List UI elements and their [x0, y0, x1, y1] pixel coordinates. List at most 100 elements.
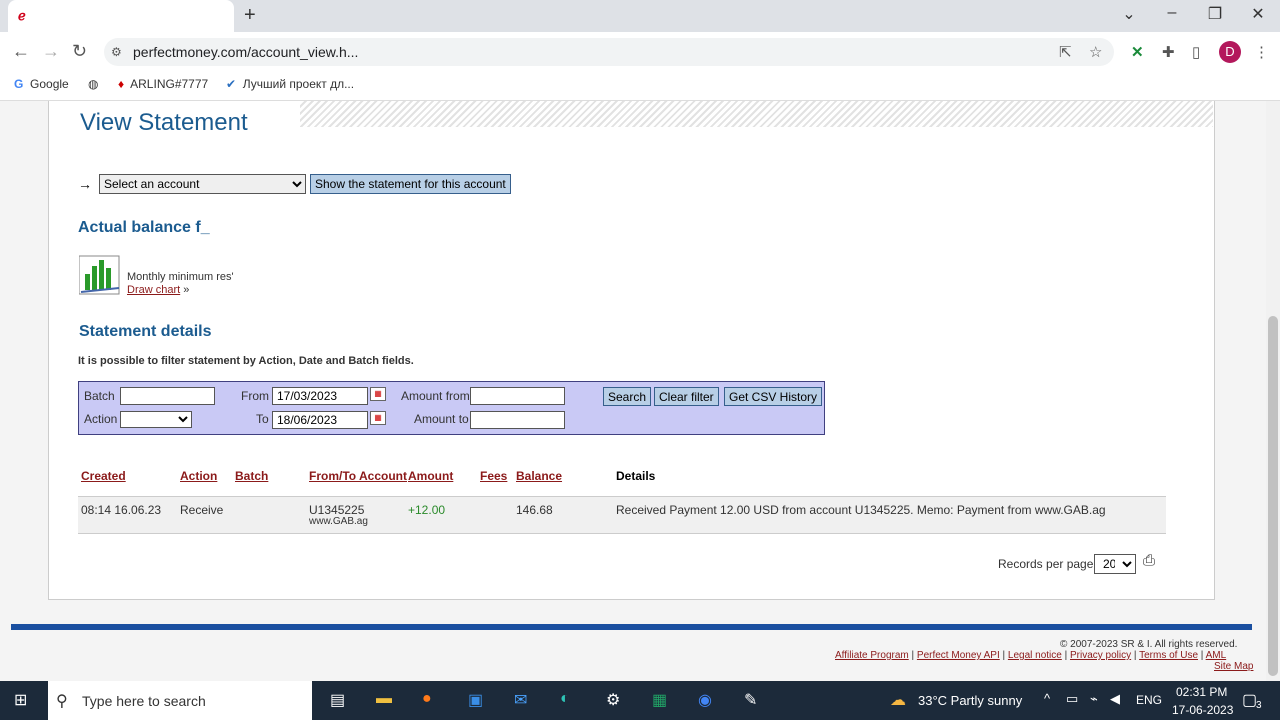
- copyright-text: © 2007-2023 SR & I. All rights reserved.: [1060, 639, 1238, 650]
- balance-heading: Actual balance f_: [78, 219, 210, 236]
- privacy-link[interactable]: Privacy policy: [1070, 650, 1131, 661]
- paint-icon[interactable]: ✎: [744, 690, 757, 710]
- chevron-up-icon[interactable]: ^: [1044, 691, 1050, 706]
- volume-icon[interactable]: ◀: [1110, 691, 1120, 707]
- header-account[interactable]: From/To Account: [309, 469, 407, 483]
- clock-date[interactable]: 17-06-2023: [1172, 703, 1233, 717]
- cell-details: Received Payment 12.00 USD from account …: [616, 503, 1106, 517]
- csv-history-button[interactable]: Get CSV History: [724, 387, 823, 406]
- action-label: Action: [84, 412, 118, 426]
- affiliate-link[interactable]: Affiliate Program: [835, 650, 909, 661]
- action-select[interactable]: [120, 411, 192, 428]
- share-icon[interactable]: ⇱: [1059, 43, 1072, 61]
- amount-from-input[interactable]: [470, 387, 565, 405]
- bookmark-label: Google: [30, 77, 69, 91]
- records-per-page-label: Records per page:: [998, 557, 1097, 571]
- forward-icon[interactable]: →: [42, 41, 60, 62]
- calendar-icon[interactable]: ▦: [370, 411, 386, 425]
- cell-created: 08:14 16.06.23: [81, 503, 162, 517]
- url-text[interactable]: perfectmoney.com/account_view.h...: [133, 44, 358, 60]
- new-tab-button[interactable]: +: [244, 4, 256, 27]
- amount-to-input[interactable]: [470, 411, 565, 429]
- header-balance[interactable]: Balance: [516, 469, 562, 483]
- draw-chart-suffix: »: [183, 284, 190, 296]
- terms-link[interactable]: Terms of Use: [1139, 650, 1198, 661]
- side-panel-icon[interactable]: ▯: [1192, 43, 1200, 61]
- task-view-icon[interactable]: ▤: [330, 690, 345, 710]
- printer-icon[interactable]: ⎙: [1143, 552, 1155, 569]
- excel-icon[interactable]: ▦: [652, 690, 667, 710]
- close-icon[interactable]: ✕: [1243, 4, 1273, 24]
- draw-chart-link[interactable]: Draw chart: [127, 284, 180, 296]
- bookmark-arling[interactable]: ♦ ARLING#7777: [118, 77, 208, 91]
- batch-input[interactable]: [120, 387, 215, 405]
- avatar[interactable]: D: [1219, 41, 1241, 63]
- browser-tab[interactable]: ℯ: [8, 0, 234, 32]
- site-info-icon[interactable]: ⚙: [111, 45, 122, 59]
- chevron-down-icon[interactable]: ⌄: [1114, 4, 1144, 24]
- back-icon[interactable]: ←: [12, 41, 30, 62]
- header-hatch: [300, 101, 1213, 127]
- account-select[interactable]: Select an account: [99, 174, 306, 194]
- globe-icon[interactable]: ◍: [88, 77, 98, 91]
- clear-filter-button[interactable]: Clear filter: [654, 387, 719, 406]
- bookmark-star-icon[interactable]: ☆: [1089, 43, 1102, 61]
- chrome-icon[interactable]: ◉: [698, 690, 712, 710]
- weather-text[interactable]: 33°C Partly sunny: [918, 693, 1022, 708]
- cell-account: U1345225: [309, 503, 365, 517]
- records-per-page-select[interactable]: 20: [1094, 554, 1136, 574]
- cell-action: Receive: [180, 503, 224, 517]
- language-indicator[interactable]: ENG: [1136, 693, 1162, 707]
- minimize-icon[interactable]: –: [1157, 4, 1187, 22]
- bookmark-label: Лучший проект дл...: [242, 77, 355, 91]
- bar-chart-icon: [79, 255, 120, 295]
- puzzle-icon[interactable]: ✚: [1162, 43, 1175, 61]
- bookmark-project[interactable]: ✔ Лучший проект дл...: [226, 77, 354, 91]
- cell-amount: +12.00: [408, 503, 446, 517]
- reload-icon[interactable]: ↻: [72, 41, 87, 62]
- edge-icon[interactable]: ◐: [560, 690, 570, 708]
- legal-link[interactable]: Legal notice: [1008, 650, 1062, 661]
- amount-to-label: Amount to: [414, 412, 469, 426]
- from-label: From: [241, 389, 269, 403]
- header-batch[interactable]: Batch: [235, 469, 268, 483]
- api-link[interactable]: Perfect Money API: [917, 650, 1000, 661]
- header-fees[interactable]: Fees: [480, 469, 507, 483]
- site-favicon-icon: ℯ: [18, 8, 26, 23]
- mail-icon[interactable]: ✉: [514, 690, 527, 710]
- restore-icon[interactable]: ❐: [1200, 4, 1230, 24]
- power-icon[interactable]: ⌁: [1090, 691, 1098, 707]
- monthly-minimum-text: Monthly minimum res': [127, 271, 234, 283]
- file-explorer-icon[interactable]: ▬: [376, 690, 392, 708]
- windows-start-icon[interactable]: ⊞: [14, 690, 27, 710]
- menu-icon[interactable]: ⋮: [1254, 43, 1269, 61]
- to-label: To: [256, 412, 269, 426]
- calendar-icon[interactable]: ▦: [370, 387, 386, 401]
- scrollbar-thumb[interactable]: [1268, 316, 1278, 676]
- network-icon[interactable]: ▭: [1066, 691, 1078, 707]
- show-statement-button[interactable]: Show the statement for this account: [310, 174, 511, 194]
- header-details: Details: [616, 469, 656, 483]
- from-date-input[interactable]: [272, 387, 368, 405]
- header-created[interactable]: Created: [81, 469, 126, 483]
- statement-details-heading: Statement details: [79, 323, 212, 340]
- header-amount[interactable]: Amount: [408, 469, 453, 483]
- notification-icon[interactable]: ▢: [1242, 690, 1257, 710]
- search-button[interactable]: Search: [603, 387, 652, 406]
- footer-bar: [11, 624, 1252, 630]
- page-title: View Statement: [80, 109, 248, 136]
- store-icon[interactable]: ▣: [468, 690, 483, 710]
- aml-link[interactable]: AML: [1206, 650, 1227, 661]
- page-viewport: View Statement → Select an account Show …: [0, 101, 1266, 681]
- bookmark-label: ARLING#7777: [130, 77, 209, 91]
- settings-icon[interactable]: ⚙: [606, 690, 620, 710]
- arrow-icon: →: [78, 176, 92, 192]
- to-date-input[interactable]: [272, 411, 368, 429]
- clock-time[interactable]: 02:31 PM: [1176, 685, 1227, 699]
- bookmark-google[interactable]: G Google: [14, 77, 69, 91]
- header-action[interactable]: Action: [180, 469, 217, 483]
- firefox-icon[interactable]: ●: [422, 690, 432, 708]
- cell-account-sub: www.GAB.ag: [309, 516, 368, 527]
- sitemap-link[interactable]: Site Map: [1214, 661, 1253, 672]
- extension-x-icon[interactable]: ✕: [1131, 43, 1144, 61]
